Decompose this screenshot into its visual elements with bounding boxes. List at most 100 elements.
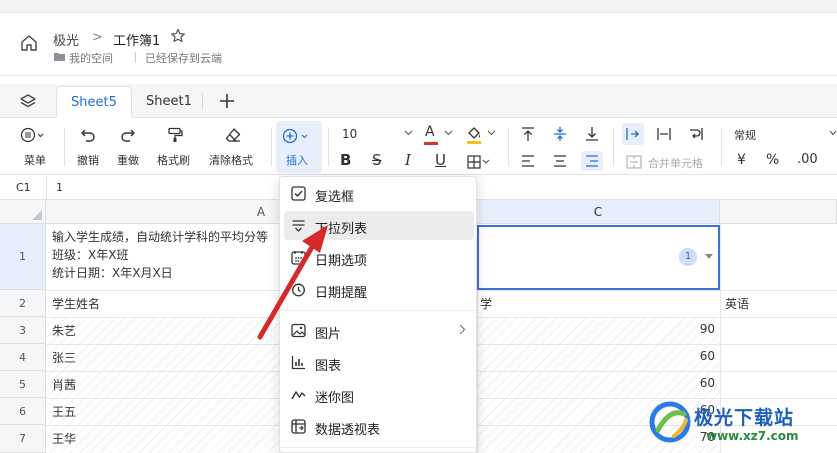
cell-text-line: 输入学生成绩，自动统计学科的平均分等	[52, 230, 269, 244]
align-right-button[interactable]	[581, 151, 603, 171]
cell-text-line: 班级：X年X班	[52, 248, 129, 262]
format-painter-label: 格式刷	[157, 154, 190, 167]
percent-button[interactable]: %	[766, 152, 779, 168]
cell-c2[interactable]: 学	[480, 295, 492, 312]
redo-icon	[120, 127, 136, 143]
layers-icon[interactable]	[20, 93, 36, 109]
menu-button[interactable]: 菜单	[18, 118, 54, 175]
star-icon[interactable]	[170, 28, 186, 44]
wrap-text-icon[interactable]	[688, 126, 704, 142]
italic-button[interactable]: I	[405, 151, 411, 169]
workbook-title[interactable]: 工作簿1	[113, 30, 160, 49]
clear-format-button[interactable]: 清除格式	[207, 118, 261, 175]
divider	[202, 94, 203, 110]
row-header[interactable]: 2	[0, 290, 46, 317]
cell-score[interactable]: 60	[640, 349, 715, 363]
formula-input[interactable]: 1	[56, 181, 63, 194]
align-left-icon[interactable]	[520, 154, 536, 168]
watermark-name: 极光下载站	[694, 407, 795, 429]
tab-sheet1[interactable]: Sheet1	[132, 86, 206, 118]
divider	[508, 128, 509, 166]
cell-name[interactable]: 王五	[52, 403, 76, 420]
align-middle-icon[interactable]	[552, 126, 568, 142]
cell-name[interactable]: 肖茜	[52, 376, 76, 393]
align-top-icon[interactable]	[520, 126, 536, 142]
divider	[328, 128, 329, 166]
fill-color-icon[interactable]	[466, 125, 482, 145]
format-painter-button[interactable]: 格式刷	[155, 118, 195, 175]
undo-button[interactable]: 撤销	[74, 118, 104, 175]
row-header[interactable]: 4	[0, 344, 46, 371]
select-all-corner[interactable]	[0, 200, 46, 224]
chevron-down-icon[interactable]	[444, 130, 453, 136]
chevron-down-icon[interactable]	[487, 130, 496, 136]
chevron-down-icon[interactable]	[404, 130, 413, 136]
add-sheet-icon[interactable]	[219, 93, 235, 109]
window-top-strip	[0, 0, 837, 13]
sparkline-icon	[291, 387, 306, 402]
cell-name[interactable]: 张三	[52, 349, 76, 366]
chevron-down-icon[interactable]	[829, 130, 837, 136]
menu-item-checkbox[interactable]: 复选框	[284, 179, 474, 208]
annotation-arrow-icon	[257, 225, 328, 340]
row-header[interactable]: 3	[0, 317, 46, 344]
align-bottom-icon[interactable]	[584, 126, 600, 142]
menu-label: 菜单	[24, 154, 46, 167]
row-header[interactable]: 7	[0, 425, 46, 453]
row-header[interactable]: 5	[0, 371, 46, 398]
cell-reference[interactable]: C1	[16, 181, 31, 194]
align-center-icon[interactable]	[552, 154, 568, 168]
merge-cells-icon[interactable]	[626, 155, 642, 169]
cell-a2[interactable]: 学生姓名	[52, 295, 100, 312]
dropdown-value-badge: 1	[679, 248, 697, 266]
format-painter-icon	[167, 127, 183, 143]
watermark: 极光下载站 www.xz7.com	[648, 400, 837, 453]
watermark-url: www.xz7.com	[706, 429, 799, 443]
cell-dropdown-caret-icon[interactable]	[705, 254, 713, 259]
text-overflow-button[interactable]	[622, 123, 644, 145]
cell-score[interactable]: 60	[640, 376, 715, 390]
cell-name[interactable]: 王华	[52, 430, 76, 447]
document-header: 极光 > 工作簿1 我的空间 已经保存到云端	[0, 14, 837, 76]
column-header-d[interactable]	[720, 200, 837, 224]
space-label[interactable]: 我的空间	[69, 50, 113, 66]
insert-button[interactable]: 插入	[276, 121, 322, 173]
underline-button[interactable]: U	[435, 151, 446, 169]
menu-item-chart[interactable]: 图表	[284, 348, 474, 377]
row-header[interactable]: 6	[0, 398, 46, 425]
font-color-button[interactable]: A	[425, 124, 435, 140]
cell-a1[interactable]: 输入学生成绩，自动统计学科的平均分等 班级：X年X班 统计日期：X年X月X日	[52, 228, 268, 282]
divider	[721, 128, 722, 166]
sheet-tab-bar: Sheet5 Sheet1	[0, 84, 837, 118]
save-status: 已经保存到云端	[145, 52, 222, 65]
eraser-icon	[225, 127, 241, 143]
cell-name[interactable]: 朱艺	[52, 322, 76, 339]
cell-score[interactable]: 90	[640, 322, 715, 336]
breadcrumb-root[interactable]: 极光	[53, 30, 79, 49]
text-clip-icon[interactable]	[656, 126, 672, 142]
column-header-c[interactable]: C	[477, 200, 720, 224]
home-icon[interactable]	[20, 34, 38, 52]
number-format-select[interactable]: 常规	[734, 127, 756, 143]
bold-button[interactable]: B	[340, 151, 351, 169]
pivot-table-icon	[291, 419, 306, 434]
menu-item-pivot-table[interactable]: 数据透视表	[284, 412, 474, 441]
merge-cells-label: 合并单元格	[648, 157, 703, 170]
cell-d2[interactable]: 英语	[725, 295, 749, 312]
font-size-select[interactable]: 10	[342, 127, 357, 141]
menu-item-sparkline[interactable]: 迷你图	[284, 380, 474, 409]
tab-sheet5[interactable]: Sheet5	[56, 86, 132, 118]
currency-button[interactable]: ¥	[737, 152, 746, 168]
undo-label: 撤销	[77, 154, 99, 167]
redo-button[interactable]: 重做	[114, 118, 144, 175]
insert-label: 插入	[286, 154, 308, 167]
watermark-logo-icon	[649, 401, 691, 443]
border-icon[interactable]	[467, 155, 491, 169]
insert-plus-icon	[282, 128, 314, 144]
decimal-button[interactable]: .00	[797, 152, 818, 167]
row-header[interactable]: 1	[0, 224, 46, 290]
checkbox-icon	[291, 186, 306, 201]
divider	[271, 128, 272, 166]
undo-icon	[80, 127, 96, 143]
strikethrough-button[interactable]: S	[372, 151, 382, 169]
